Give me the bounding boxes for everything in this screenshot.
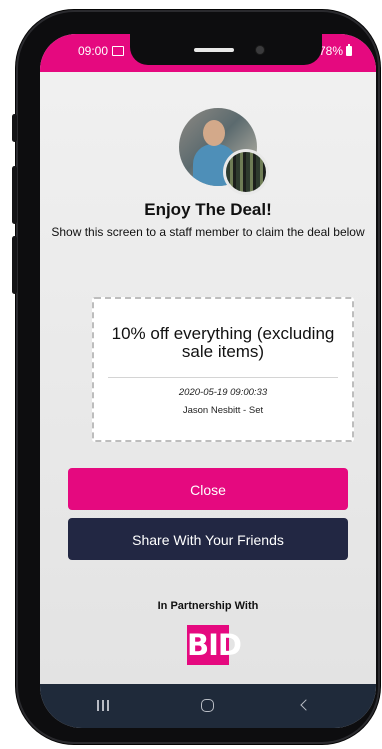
deal-offer-text: 10% off everything (excluding sale items… (111, 324, 335, 361)
gallery-notification-icon (112, 46, 125, 56)
battery-level: 78% (318, 44, 343, 58)
card-divider (108, 377, 338, 378)
volume-up-button (12, 114, 17, 142)
earpiece-speaker (194, 48, 234, 52)
front-camera (256, 46, 264, 54)
page-title: Enjoy The Deal! (144, 200, 272, 219)
deal-card: 10% off everything (excluding sale items… (92, 297, 354, 442)
android-nav-bar (40, 684, 376, 728)
deal-timestamp: 2020-05-19 09:00:33 (178, 387, 268, 398)
close-button[interactable]: Close (68, 468, 348, 510)
bid-logo: BID (187, 625, 242, 665)
partnership-heading: In Partnership With (157, 600, 259, 612)
venue-thumbnail (226, 152, 266, 192)
home-icon[interactable] (188, 696, 228, 716)
back-icon[interactable] (288, 696, 328, 716)
battery-icon (346, 44, 352, 56)
app-screen: 09:00 78% Enjoy The Deal! Show this scre… (40, 34, 376, 728)
bixby-button (12, 236, 17, 294)
deal-claimant: Jason Nesbitt - Set (182, 405, 264, 416)
status-time-area: 09:00 (78, 44, 125, 58)
instructions-text: Show this screen to a staff member to cl… (51, 225, 365, 239)
share-button[interactable]: Share With Your Friends (68, 518, 348, 560)
status-time: 09:00 (78, 44, 109, 58)
phone-frame: 09:00 78% Enjoy The Deal! Show this scre… (12, 10, 380, 744)
recents-icon[interactable] (84, 696, 124, 716)
volume-down-button (12, 166, 17, 224)
phone-notch (130, 34, 322, 65)
